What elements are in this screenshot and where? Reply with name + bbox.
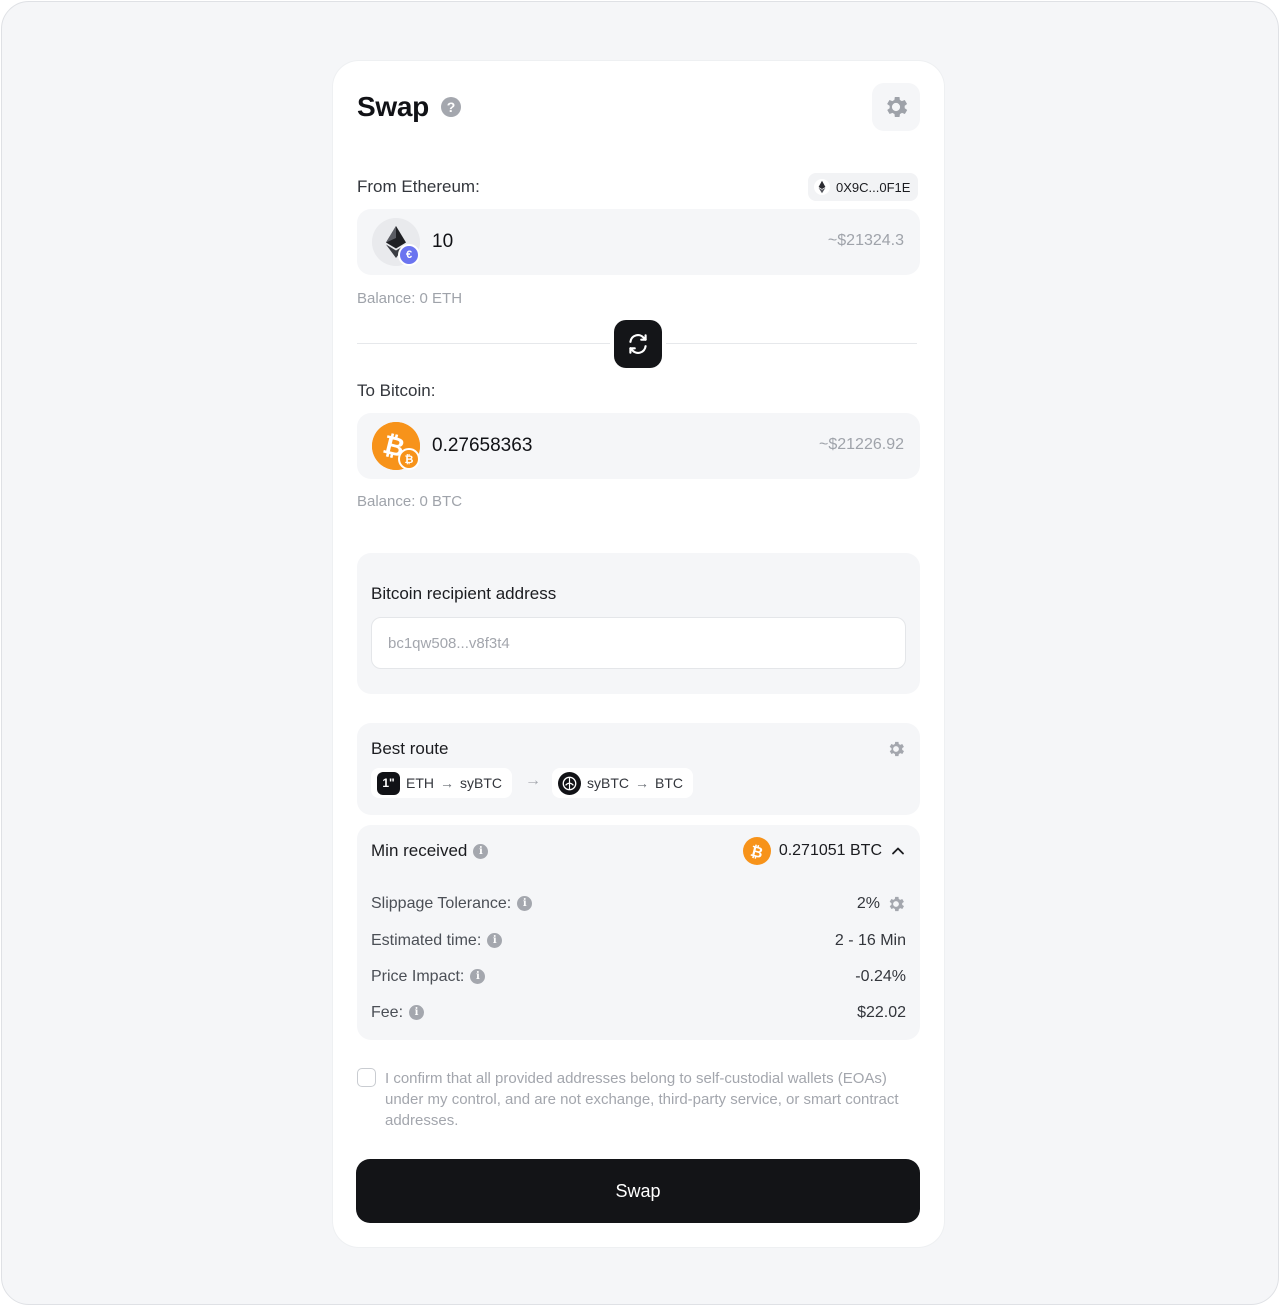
recipient-panel: Bitcoin recipient address	[357, 553, 920, 694]
bridge-logo-icon	[558, 771, 581, 795]
wallet-address: 0X9C...0F1E	[836, 179, 911, 195]
btc-chain-badge: ₿	[398, 448, 420, 470]
to-label: To Bitcoin:	[357, 381, 436, 400]
arrow-right-icon: →	[525, 772, 541, 789]
recipient-label: Bitcoin recipient address	[371, 584, 557, 603]
ethereum-icon	[814, 179, 830, 195]
to-amount-box: ₿ ₿ ~$21226.92	[357, 413, 920, 479]
min-received-label: Min received	[371, 841, 468, 860]
slippage-row: Slippage Tolerance: i 2%	[371, 892, 906, 916]
route-step[interactable]: 1" ETH → syBTC	[371, 768, 512, 798]
fee-value: $22.02	[857, 1004, 906, 1021]
info-icon: i	[517, 896, 533, 912]
info-icon: i	[473, 844, 489, 860]
fee-label: Fee:	[371, 1004, 404, 1021]
bitcoin-icon: ₿	[742, 837, 771, 865]
route-to: syBTC	[460, 775, 502, 791]
app-frame: Swap ? From Ethereum: 0X9C...0F1E € 10 ~…	[1, 1, 1279, 1305]
route-from: syBTC	[587, 775, 629, 791]
route-settings-button[interactable]	[886, 739, 906, 764]
from-label: From Ethereum:	[357, 177, 480, 196]
estimated-time-value: 2 - 16 Min	[834, 932, 906, 949]
price-impact-label: Price Impact:	[371, 968, 465, 985]
page-title: Swap	[357, 91, 429, 122]
arrow-right-icon: →	[635, 775, 649, 791]
from-balance: Balance: 0 ETH	[357, 290, 463, 307]
settings-button[interactable]	[872, 83, 920, 131]
oneinch-logo-icon: 1"	[377, 771, 400, 795]
swap-button[interactable]: Swap	[356, 1159, 920, 1223]
min-received-value: 0.271051 BTC	[778, 842, 882, 859]
swap-direction-button[interactable]	[614, 320, 662, 368]
estimated-time-row: Estimated time: i 2 - 16 Min	[371, 929, 906, 953]
gear-icon	[887, 96, 908, 118]
details-panel: Min received i ₿ 0.271051 BTC Slippage To…	[357, 825, 920, 1040]
slippage-label: Slippage Tolerance:	[371, 895, 512, 912]
route-from: ETH	[406, 775, 434, 791]
from-usd-value: ~$21324.3	[827, 232, 904, 249]
min-received-row[interactable]: Min received i ₿ 0.271051 BTC	[371, 837, 906, 865]
slippage-settings-button[interactable]	[886, 894, 906, 914]
to-balance: Balance: 0 BTC	[357, 493, 463, 510]
from-amount-box: € ~$21324.3	[357, 209, 920, 275]
wallet-chip[interactable]: 0X9C...0F1E	[808, 173, 919, 201]
info-icon: i	[487, 933, 503, 949]
help-icon[interactable]: ?	[441, 97, 461, 117]
route-label: Best route	[371, 739, 449, 758]
arrow-right-icon: →	[440, 775, 454, 791]
gear-icon	[889, 741, 904, 757]
route-panel: Best route 1" ETH → syBTC → syBTC → BTC	[357, 723, 920, 815]
info-icon: i	[409, 1005, 425, 1021]
confirm-checkbox[interactable]	[357, 1068, 376, 1087]
fee-row: Fee: i $22.02	[371, 1001, 906, 1025]
btc-token-icon: ₿ ₿	[372, 422, 420, 470]
slippage-value: 2%	[856, 895, 880, 912]
route-to: BTC	[655, 775, 683, 791]
from-amount-input[interactable]	[432, 227, 732, 257]
chevron-up-icon	[892, 847, 904, 855]
swap-arrows-icon	[629, 334, 647, 354]
recipient-address-input[interactable]	[371, 617, 906, 669]
price-impact-row: Price Impact: i -0.24%	[371, 965, 906, 989]
estimated-time-label: Estimated time:	[371, 932, 482, 949]
confirm-text: I confirm that all provided addresses be…	[385, 1070, 899, 1129]
gear-icon	[889, 896, 904, 912]
eth-token-icon: €	[372, 218, 420, 266]
eth-chain-badge: €	[398, 244, 420, 266]
to-usd-value: ~$21226.92	[819, 436, 904, 453]
route-step[interactable]: syBTC → BTC	[552, 768, 693, 798]
price-impact-value: -0.24%	[855, 968, 906, 985]
swap-card: Swap ? From Ethereum: 0X9C...0F1E € 10 ~…	[333, 61, 944, 1247]
to-amount-input[interactable]	[432, 431, 732, 461]
info-icon: i	[470, 969, 486, 985]
